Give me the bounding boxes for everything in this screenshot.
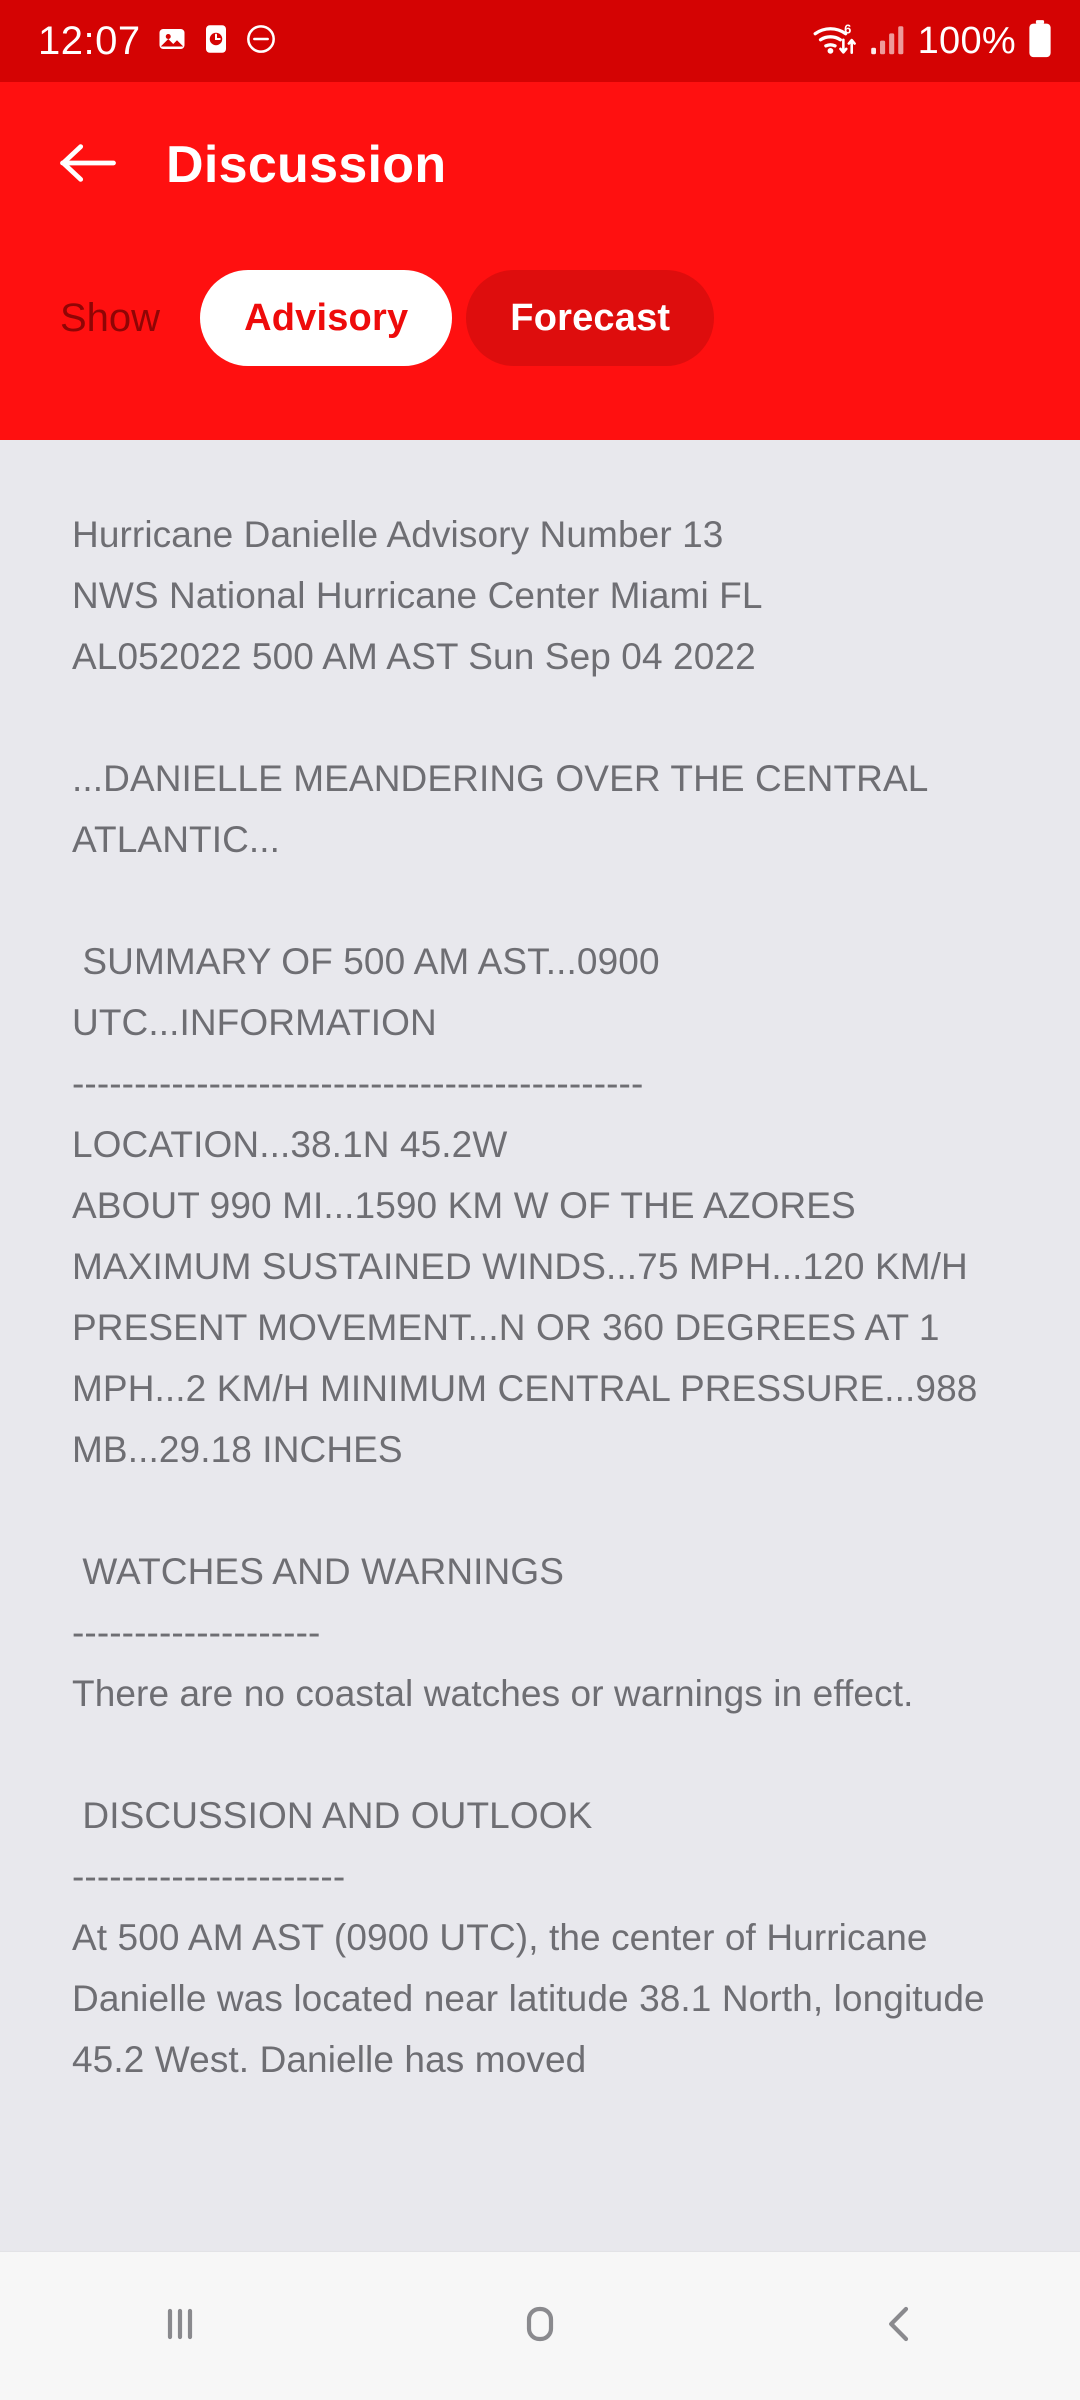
photo-icon xyxy=(157,24,187,59)
battery-percent-label: 100% xyxy=(917,20,1016,62)
segmented-control: Advisory Forecast xyxy=(200,270,715,366)
advisory-text-body: Hurricane Danielle Advisory Number 13 NW… xyxy=(72,514,985,2080)
do-not-disturb-icon xyxy=(245,23,277,60)
recents-icon xyxy=(154,2298,206,2355)
wifi6-icon: 6 xyxy=(812,20,858,63)
advisory-scroll-container[interactable]: Hurricane Danielle Advisory Number 13 NW… xyxy=(0,440,1080,2251)
svg-text:6: 6 xyxy=(844,21,851,36)
phone-screen: 12:07 6 100% Discussion Show Advisory Fo… xyxy=(0,0,1080,2400)
cellular-signal-icon xyxy=(870,23,906,60)
battery-icon xyxy=(1028,19,1052,63)
back-button[interactable] xyxy=(825,2252,975,2400)
android-navigation-bar xyxy=(0,2251,1080,2400)
app-bar: Discussion Show Advisory Forecast xyxy=(0,82,1080,440)
home-icon xyxy=(514,2298,566,2355)
status-bar-right: 6 100% xyxy=(812,19,1052,63)
tab-advisory[interactable]: Advisory xyxy=(200,270,453,366)
alarm-clock-icon xyxy=(203,24,229,59)
arrow-left-icon xyxy=(57,140,119,191)
page-title: Discussion xyxy=(166,136,447,194)
show-label: Show xyxy=(60,296,161,340)
show-toggle-row: Show Advisory Forecast xyxy=(0,248,1080,388)
status-bar: 12:07 6 100% xyxy=(0,0,1080,82)
app-bar-top-row: Discussion xyxy=(0,82,1080,248)
back-icon xyxy=(874,2298,926,2355)
status-clock: 12:07 xyxy=(38,19,141,63)
home-button[interactable] xyxy=(465,2252,615,2400)
tab-forecast[interactable]: Forecast xyxy=(466,270,715,366)
status-bar-left: 12:07 xyxy=(38,21,277,61)
recents-button[interactable] xyxy=(105,2252,255,2400)
back-navigation-button[interactable] xyxy=(56,133,120,197)
